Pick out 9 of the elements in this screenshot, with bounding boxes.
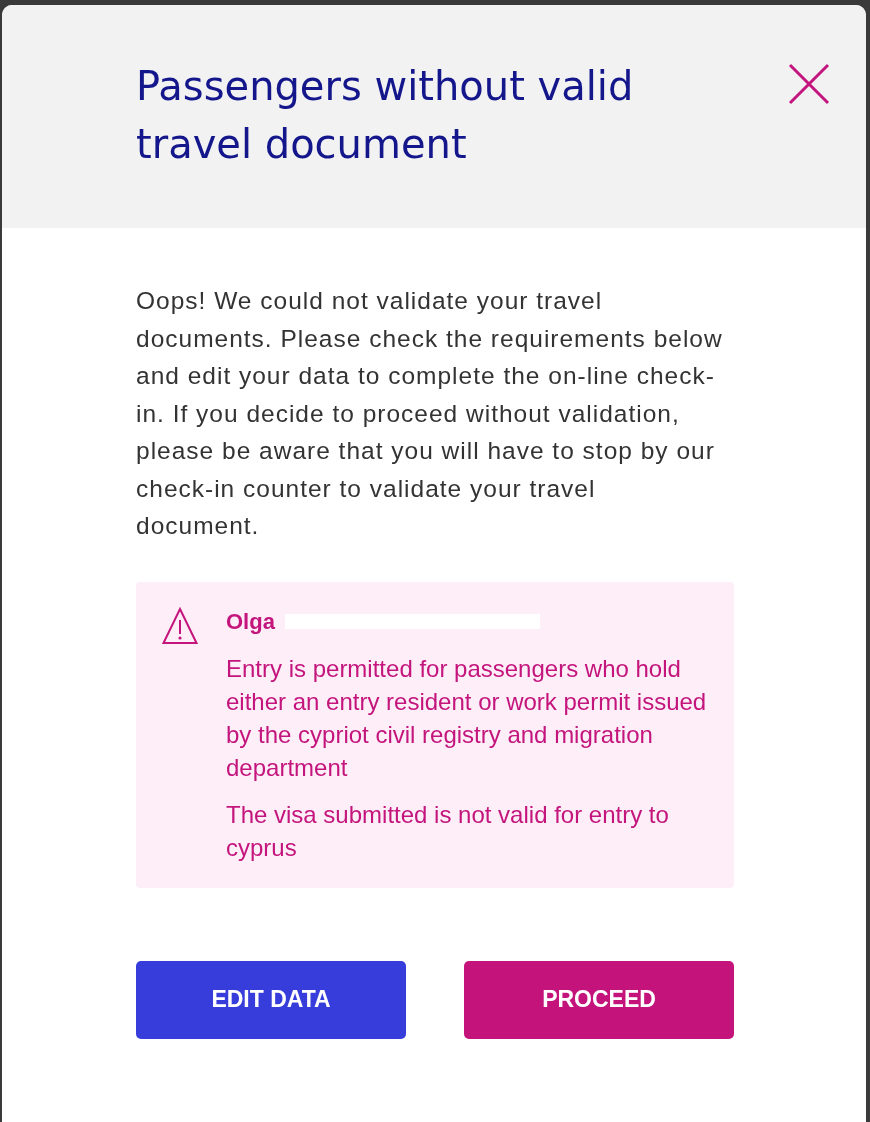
- warning-icon: [162, 606, 198, 645]
- edit-data-button[interactable]: EDIT DATA: [136, 960, 406, 1039]
- close-icon[interactable]: [788, 63, 830, 105]
- passenger-name: Olga: [226, 608, 275, 635]
- proceed-button[interactable]: PROCEED: [464, 960, 734, 1039]
- alert-message: The visa submitted is not valid for entry to cyprus: [226, 799, 670, 863]
- alert-message: Entry is permitted for passengers who hold either an entry resident or work permit issued by the cypriot civil registry and migration department: [226, 653, 708, 783]
- dialog-title: Passengers without valid travel document: [136, 62, 635, 169]
- message-text: Oops! We could not validate your travel documents. Please check the requirements below and edit your data to complete the on-line check-in. If you decide to proceed without validation, please be aware that you will have to stop by our check-in counter to validate your travel document.: [136, 286, 724, 541]
